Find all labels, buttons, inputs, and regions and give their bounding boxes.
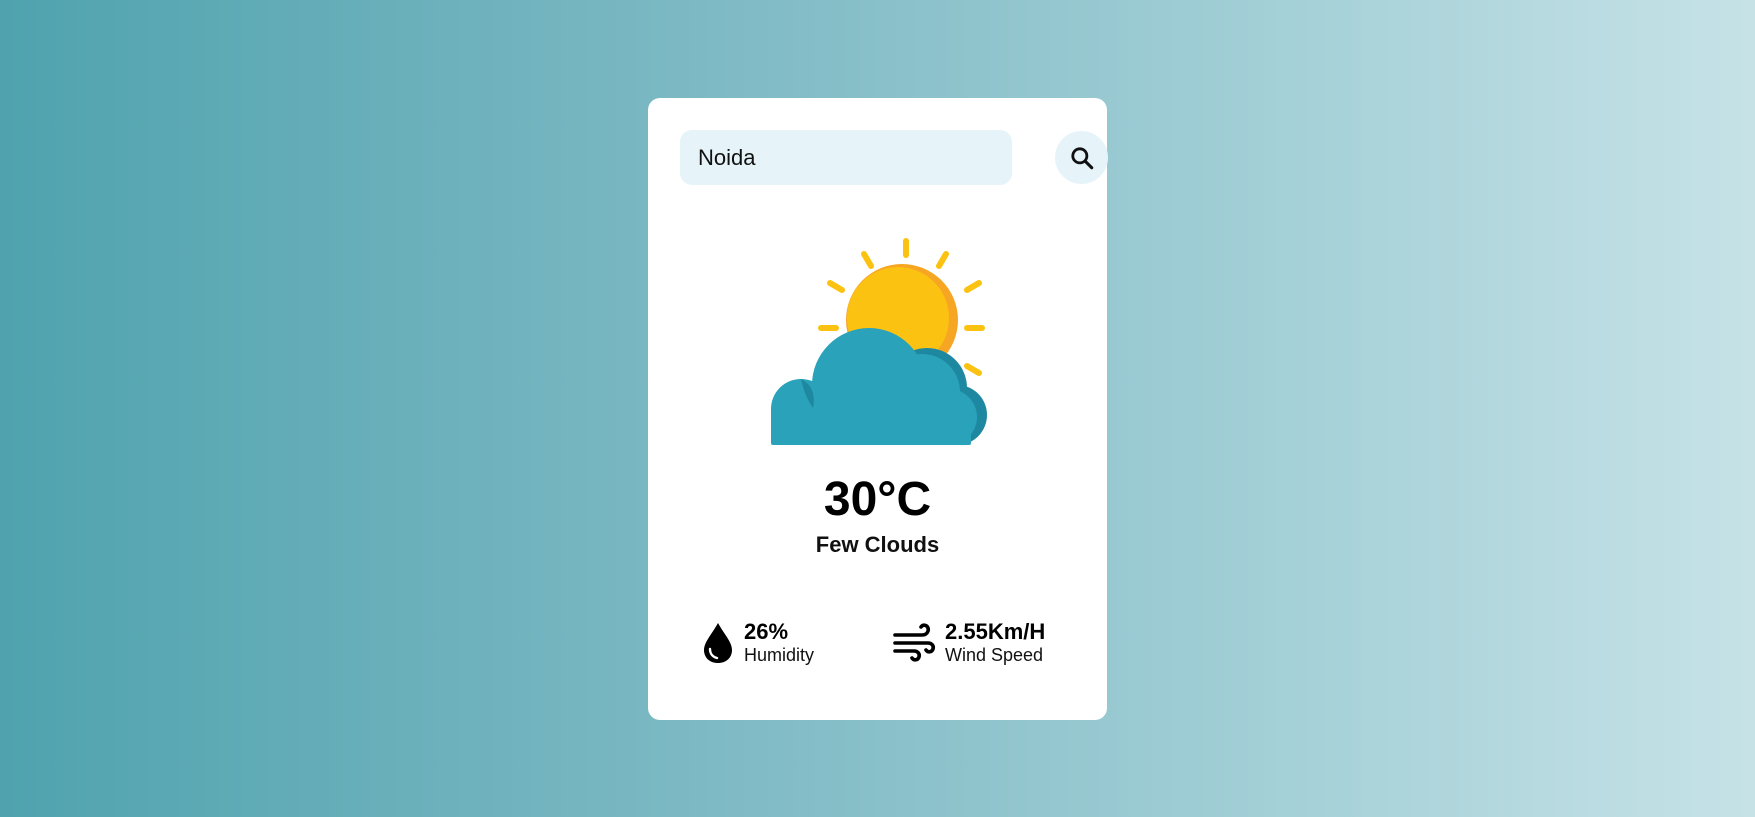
search-button[interactable] [1055,131,1108,184]
humidity-label: Humidity [744,645,815,665]
wind-detail: 2.55Km/H Wind Speed [892,618,1045,668]
wind-speed-value: 2.55Km/H [945,619,1046,644]
humidity-value: 26% [744,619,789,644]
weather-condition: Few Clouds [815,532,940,557]
city-search-input[interactable] [680,130,1012,185]
search-icon [1070,146,1093,169]
water-drop-icon [704,623,732,663]
search-bar [680,130,1108,185]
wind-icon [893,623,936,662]
humidity-detail: 26% Humidity [701,618,814,668]
wind-speed-label: Wind Speed [945,645,1044,665]
weather-card: 30°C Few Clouds 26% Humidity 2.55Km/H [648,98,1108,720]
temperature: 30°C [823,473,932,526]
sun-behind-cloud-icon [771,238,987,445]
